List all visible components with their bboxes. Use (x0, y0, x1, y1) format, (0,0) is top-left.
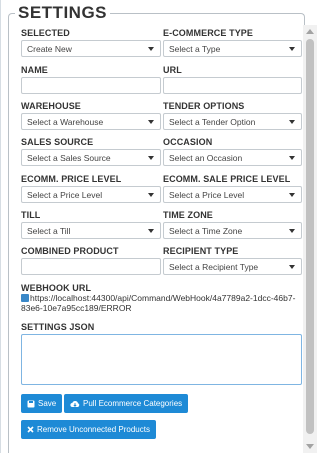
settings-json-textarea[interactable] (21, 334, 302, 385)
time-zone-label: TIME ZONE (163, 210, 213, 220)
occasion-label: OCCASION (163, 137, 213, 147)
settings-panel: SETTINGS SELECTED E-COMMERCE TYPE Create… (0, 0, 317, 453)
combined-product-label: COMBINED PRODUCT (21, 246, 119, 256)
url-input[interactable] (163, 77, 302, 94)
webhook-url-text: https://localhost:44300/api/Command/WebH… (21, 293, 296, 313)
tender-options-select[interactable]: Select a Tender Option (163, 113, 302, 130)
url-label: URL (163, 65, 182, 75)
save-icon (27, 400, 35, 408)
save-button[interactable]: Save (21, 394, 63, 413)
ecomm-sale-price-level-label: ECOMM. SALE PRICE LEVEL (163, 174, 291, 184)
ecomm-price-level-label: ECOMM. PRICE LEVEL (21, 174, 122, 184)
webhook-url-label: WEBHOOK URL (21, 283, 92, 293)
tender-options-label: TENDER OPTIONS (163, 101, 245, 111)
selected-select[interactable]: Create New (21, 40, 161, 57)
recipient-type-select[interactable]: Select a Recipient Type (163, 258, 302, 275)
pull-ecommerce-categories-button[interactable]: Pull Ecommerce Categories (64, 394, 189, 413)
pull-ecommerce-categories-label: Pull Ecommerce Categories (83, 399, 183, 408)
ecommerce-type-select[interactable]: Select a Type (163, 40, 302, 57)
time-zone-select[interactable]: Select a Time Zone (163, 222, 302, 239)
scroll-up-arrow[interactable] (306, 29, 314, 34)
warehouse-label: WAREHOUSE (21, 101, 81, 111)
till-label: TILL (21, 210, 41, 220)
till-select[interactable]: Select a Till (21, 222, 161, 239)
name-label: NAME (21, 65, 48, 75)
ecommerce-type-label: E-COMMERCE TYPE (163, 28, 254, 38)
name-input[interactable] (21, 77, 161, 94)
vertical-scrollbar[interactable] (303, 25, 317, 453)
cloud-download-icon (70, 400, 80, 408)
settings-legend: SETTINGS (15, 3, 111, 23)
sales-source-select[interactable]: Select a Sales Source (21, 149, 161, 166)
remove-unconnected-products-label: Remove Unconnected Products (37, 425, 150, 434)
combined-product-input[interactable] (21, 258, 161, 275)
selected-label: SELECTED (21, 28, 70, 38)
ecomm-price-level-select[interactable]: Select a Price Level (21, 186, 161, 203)
recipient-type-label: RECIPIENT TYPE (163, 246, 239, 256)
ecomm-sale-price-level-select[interactable]: Select a Price Level (163, 186, 302, 203)
warehouse-select[interactable]: Select a Warehouse (21, 113, 161, 130)
scrollbar-thumb[interactable] (306, 39, 314, 434)
link-icon (21, 294, 29, 302)
webhook-url-link[interactable]: https://localhost:44300/api/Command/WebH… (21, 293, 299, 313)
settings-json-label: SETTINGS JSON (21, 322, 95, 332)
occasion-select[interactable]: Select an Occasion (163, 149, 302, 166)
close-icon (27, 426, 34, 433)
sales-source-label: SALES SOURCE (21, 137, 94, 147)
scroll-down-arrow[interactable] (306, 444, 314, 449)
save-label: Save (38, 399, 57, 408)
remove-unconnected-products-button[interactable]: Remove Unconnected Products (21, 420, 156, 439)
